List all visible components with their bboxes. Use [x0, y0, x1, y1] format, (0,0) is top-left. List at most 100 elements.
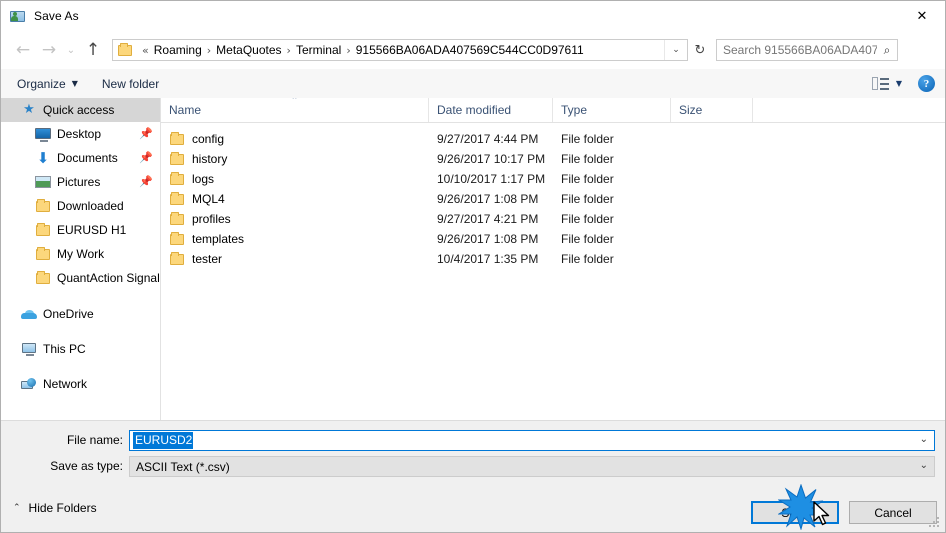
table-row[interactable]: tester 10/4/2017 1:35 PM File folder — [161, 249, 945, 269]
file-type: File folder — [561, 232, 614, 246]
view-options-chevron-icon[interactable]: ▼ — [896, 79, 902, 88]
file-date-modified: 9/27/2017 4:21 PM — [437, 212, 539, 226]
file-date-modified: 9/26/2017 10:17 PM — [437, 152, 546, 166]
breadcrumb-item-terminal-id[interactable]: 915566BA06ADA407569C544CC0D97611 — [356, 43, 584, 57]
chevron-down-icon[interactable]: ⌄ — [920, 434, 928, 445]
sidebar-item-pictures[interactable]: Pictures 📌 — [1, 170, 160, 194]
folder-icon — [169, 171, 185, 187]
sidebar-item-eurusd-h1[interactable]: EURUSD H1 — [1, 218, 160, 242]
table-row[interactable]: profiles 9/27/2017 4:21 PM File folder — [161, 209, 945, 229]
window-title: Save As — [34, 9, 79, 23]
breadcrumb-item-terminal[interactable]: Terminal — [296, 43, 341, 57]
table-row[interactable]: MQL4 9/26/2017 1:08 PM File folder — [161, 189, 945, 209]
save-as-type-row: Save as type: ASCII Text (*.csv) ⌄ — [1, 456, 945, 477]
this-pc-icon — [21, 341, 37, 357]
up-button[interactable]: ↑ — [80, 37, 106, 63]
sidebar-item-label: OneDrive — [43, 307, 94, 321]
sidebar-item-documents[interactable]: ⬇ Documents 📌 — [1, 146, 160, 170]
folder-icon — [169, 191, 185, 207]
hide-folders-button[interactable]: ⌃ Hide Folders — [13, 501, 97, 515]
column-header-date-modified[interactable]: Date modified — [429, 98, 553, 122]
breadcrumb: « Roaming › MetaQuotes › Terminal › 9155… — [137, 43, 664, 57]
sidebar-item-this-pc[interactable]: This PC — [1, 337, 160, 361]
column-headers: ⌃ Name Date modified Type Size — [161, 98, 945, 123]
onedrive-cloud-icon — [21, 306, 37, 322]
file-name-label: File name: — [66, 433, 123, 447]
column-header-label: Size — [679, 103, 703, 117]
sidebar-item-onedrive[interactable]: OneDrive — [1, 302, 160, 326]
resize-grip[interactable] — [929, 517, 941, 529]
file-rows: config 9/27/2017 4:44 PM File folder his… — [161, 129, 945, 269]
chevron-right-icon: › — [206, 43, 212, 57]
file-name: config — [192, 132, 225, 146]
file-name: logs — [192, 172, 215, 186]
save-form: File name: EURUSD2 ⌄ Save as type: ASCII… — [1, 420, 945, 491]
column-header-name[interactable]: ⌃ Name — [161, 98, 429, 122]
documents-download-icon: ⬇ — [36, 149, 50, 167]
sidebar-item-desktop[interactable]: Desktop 📌 — [1, 122, 160, 146]
chevron-down-icon[interactable]: ⌄ — [664, 40, 687, 60]
file-name: templates — [192, 232, 245, 246]
file-name: profiles — [192, 212, 231, 226]
sidebar-item-label: Pictures — [57, 175, 101, 189]
view-layout-icon[interactable] — [871, 77, 889, 90]
sidebar-item-my-work[interactable]: My Work — [1, 242, 160, 266]
refresh-icon[interactable]: ↻ — [688, 39, 712, 61]
forward-button[interactable]: → — [36, 37, 62, 63]
table-row[interactable]: templates 9/26/2017 1:08 PM File folder — [161, 229, 945, 249]
chevron-right-icon: › — [286, 43, 291, 57]
pin-icon[interactable]: 📌 — [139, 152, 153, 163]
breadcrumb-overflow-icon[interactable]: « — [137, 44, 154, 57]
chevron-down-icon[interactable]: ⌄ — [920, 460, 928, 471]
file-date-modified: 9/26/2017 1:08 PM — [437, 232, 539, 246]
search-icon: ⌕ — [883, 42, 891, 57]
file-type: File folder — [561, 172, 614, 186]
column-header-label: Name — [169, 103, 202, 117]
save-button[interactable]: Save — [751, 501, 839, 524]
column-header-size[interactable]: Size — [671, 98, 753, 122]
file-date-modified: 9/26/2017 1:08 PM — [437, 192, 539, 206]
command-bar: Organize ▼ New folder ▼ ? — [1, 69, 945, 99]
column-header-type[interactable]: Type — [553, 98, 671, 122]
recent-locations-button[interactable]: ⌄ — [62, 37, 80, 63]
organize-button[interactable]: Organize ▼ — [9, 72, 86, 95]
navigation-pane: ★ Quick access Desktop 📌 ⬇ Documents 📌 P… — [1, 98, 161, 420]
back-button[interactable]: ← — [10, 37, 36, 63]
folder-icon — [118, 42, 132, 56]
search-input[interactable]: Search 915566BA06ADA40756... ⌕ — [716, 39, 898, 61]
file-name-input[interactable]: EURUSD2 ⌄ — [129, 430, 935, 451]
address-bar[interactable]: « Roaming › MetaQuotes › Terminal › 9155… — [112, 39, 688, 61]
folder-icon — [35, 198, 51, 214]
sidebar-item-label: This PC — [43, 342, 86, 356]
close-icon[interactable]: ✕ — [899, 1, 945, 31]
dialog-body: ★ Quick access Desktop 📌 ⬇ Documents 📌 P… — [1, 98, 945, 420]
sidebar-item-quantaction-signal[interactable]: QuantAction Signal — [1, 266, 160, 290]
command-bar-right: ▼ ? — [871, 75, 935, 92]
sort-ascending-icon: ⌃ — [290, 98, 299, 106]
table-row[interactable]: config 9/27/2017 4:44 PM File folder — [161, 129, 945, 149]
breadcrumb-item-roaming[interactable]: Roaming — [154, 43, 202, 57]
dialog-footer: ⌃ Hide Folders Save Cancel — [1, 490, 945, 532]
sidebar-item-quick-access[interactable]: ★ Quick access — [1, 98, 160, 122]
table-row[interactable]: history 9/26/2017 10:17 PM File folder — [161, 149, 945, 169]
file-date-modified: 9/27/2017 4:44 PM — [437, 132, 539, 146]
help-button[interactable]: ? — [918, 75, 935, 92]
pin-icon[interactable]: 📌 — [139, 128, 153, 139]
folder-icon — [35, 246, 51, 262]
file-name-row: File name: EURUSD2 ⌄ — [1, 430, 945, 451]
save-as-dialog: Save As ✕ ← → ⌄ ↑ « Roaming › MetaQuotes… — [0, 0, 946, 533]
table-row[interactable]: logs 10/10/2017 1:17 PM File folder — [161, 169, 945, 189]
save-as-type-select[interactable]: ASCII Text (*.csv) ⌄ — [129, 456, 935, 477]
file-type: File folder — [561, 192, 614, 206]
sidebar-item-network[interactable]: Network — [1, 372, 160, 396]
network-icon — [21, 376, 37, 392]
sidebar-item-downloaded[interactable]: Downloaded — [1, 194, 160, 218]
folder-icon — [169, 211, 185, 227]
file-type: File folder — [561, 132, 614, 146]
sidebar-item-label: Quick access — [43, 103, 115, 117]
star-pin-icon: ★ — [23, 102, 35, 117]
breadcrumb-item-metaquotes[interactable]: MetaQuotes — [216, 43, 281, 57]
cancel-button[interactable]: Cancel — [849, 501, 937, 524]
new-folder-button[interactable]: New folder — [94, 72, 167, 95]
pin-icon[interactable]: 📌 — [139, 176, 153, 187]
